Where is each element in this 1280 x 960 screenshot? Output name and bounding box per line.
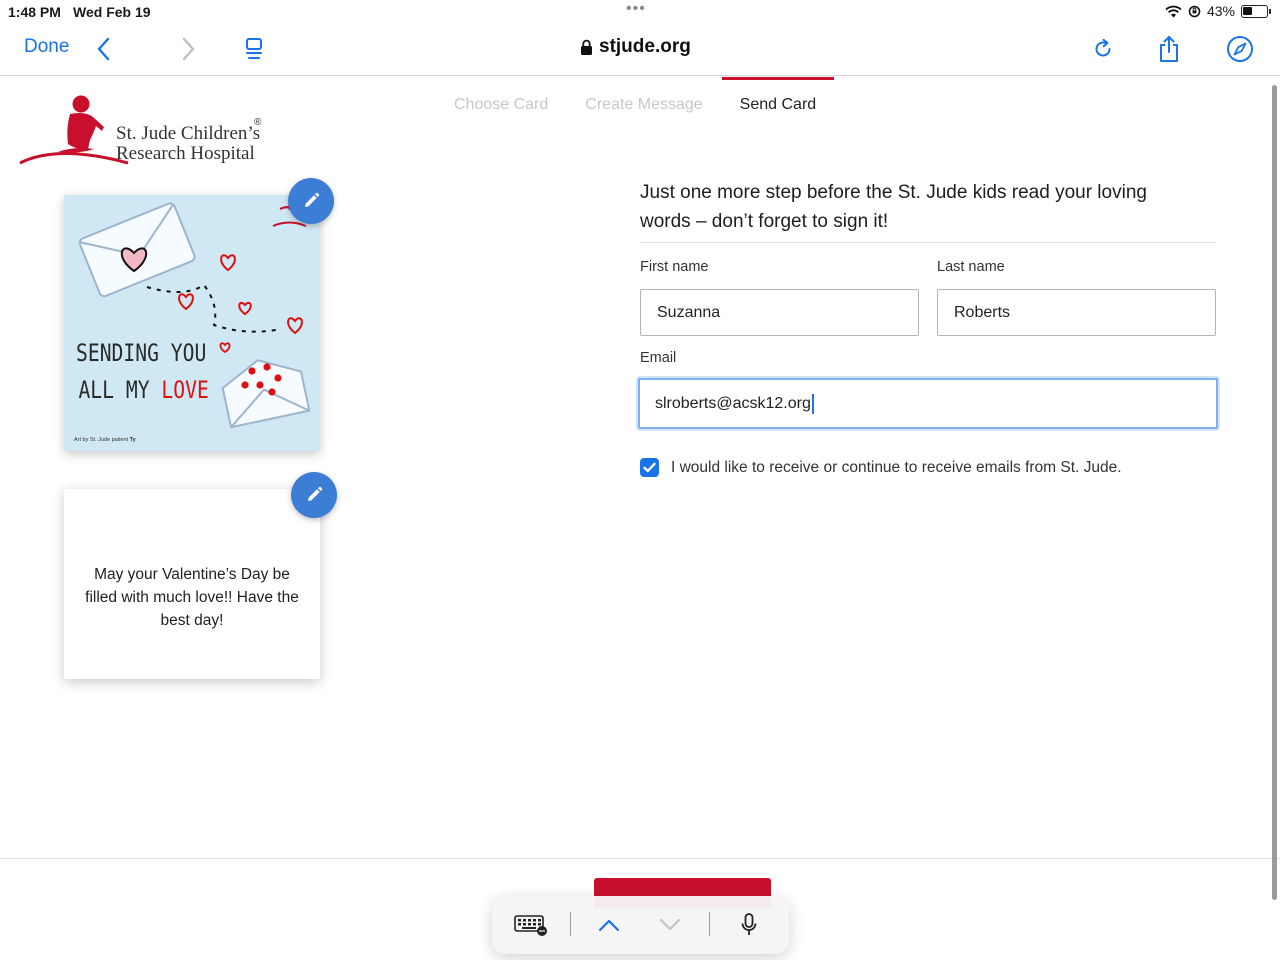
next-field-button[interactable] <box>653 910 687 940</box>
last-name-label: Last name <box>937 259 1005 275</box>
logo-wordmark: St. Jude Children’s Research Hospital <box>116 124 260 164</box>
valentine-card-art <box>78 202 311 429</box>
show-keyboard-button[interactable] <box>514 910 548 940</box>
battery-percent: 43% <box>1206 3 1235 19</box>
forward-button[interactable] <box>173 34 203 64</box>
dictation-button[interactable] <box>732 910 766 940</box>
toolbar-separator <box>570 912 571 936</box>
logo-line-1: St. Jude Children’s <box>116 123 261 144</box>
email-value: slroberts@acsk12.org <box>655 394 811 412</box>
email-optin-checkbox[interactable] <box>640 458 659 477</box>
card-title-line-2: ALL MY LOVE <box>76 372 209 409</box>
first-name-field[interactable]: Suzanna <box>640 289 919 336</box>
tab-create-message[interactable]: Create Message <box>567 77 720 127</box>
multitasking-dots-icon[interactable]: ••• <box>626 0 646 18</box>
share-icon <box>1160 36 1178 62</box>
orientation-lock-icon <box>1188 5 1201 17</box>
page-scrollbar[interactable] <box>1272 85 1277 900</box>
chevron-right-icon <box>182 37 195 61</box>
card-front-title: SENDING YOU ALL MY LOVE <box>76 335 209 409</box>
status-indicators: 43% <box>1165 3 1271 19</box>
address-bar[interactable]: stjude.org <box>580 36 691 58</box>
status-bar: 1:48 PM Wed Feb 19 ••• 43% <box>0 0 1280 24</box>
st-jude-logo[interactable]: St. Jude Children’s Research Hospital ® <box>18 94 268 166</box>
share-button[interactable] <box>1154 34 1184 64</box>
compass-icon <box>1227 36 1253 62</box>
card-credit-text: Art by St. Jude patient <box>74 437 129 443</box>
browser-toolbar: Done stjude.org <box>0 24 1280 76</box>
tabs-icon <box>246 38 262 59</box>
url-text: stjude.org <box>599 36 691 57</box>
card-message-panel: May your Valentine’s Day be filled with … <box>64 489 320 679</box>
toolbar-separator <box>709 912 710 936</box>
email-field[interactable]: slroberts@acsk12.org <box>638 378 1218 429</box>
keyboard-icon <box>514 915 547 936</box>
status-time: 1:48 PM <box>8 4 61 20</box>
first-name-label: First name <box>640 259 709 275</box>
text-caret <box>811 393 814 414</box>
form-heading: Just one more step before the St. Jude k… <box>640 182 1147 232</box>
step-tabs: Choose Card Create Message Send Card <box>440 77 835 127</box>
last-name-field[interactable]: Roberts <box>937 289 1216 336</box>
edit-card-front-button[interactable] <box>288 178 334 224</box>
compass-button[interactable] <box>1225 34 1255 64</box>
card-title-love: LOVE <box>161 376 209 404</box>
tab-overview-button[interactable] <box>239 34 269 64</box>
edit-card-message-button[interactable] <box>291 472 337 518</box>
tab-send-card[interactable]: Send Card <box>721 77 835 127</box>
done-button[interactable]: Done <box>24 36 69 58</box>
chevron-left-icon <box>97 37 110 61</box>
microphone-icon <box>741 913 757 935</box>
card-title-line-1: SENDING YOU <box>76 339 207 367</box>
footer-divider <box>0 858 1280 859</box>
first-name-value: Suzanna <box>657 303 721 321</box>
card-message-text: May your Valentine’s Day be filled with … <box>85 566 299 629</box>
email-label: Email <box>640 350 677 366</box>
card-front-image: SENDING YOU ALL MY LOVE Art by St. Jude … <box>64 195 320 451</box>
back-button[interactable] <box>89 34 119 64</box>
card-credit-name: Ty <box>129 437 136 443</box>
email-optin-label: I would like to receive or continue to r… <box>671 459 1122 476</box>
reload-icon <box>1095 38 1111 57</box>
card-title-line-2a: ALL MY <box>78 376 162 404</box>
pencil-icon <box>305 192 320 207</box>
last-name-value: Roberts <box>954 303 1011 321</box>
page-content: St. Jude Children’s Research Hospital ® … <box>0 77 1280 960</box>
keyboard-shortcut-bar <box>492 896 789 954</box>
reload-button[interactable] <box>1088 34 1118 64</box>
wifi-icon <box>1165 5 1182 17</box>
logo-line-2: Research Hospital <box>116 143 255 164</box>
status-date: Wed Feb 19 <box>73 4 151 20</box>
logo-registered-mark: ® <box>254 117 262 128</box>
battery-icon <box>1241 4 1271 18</box>
previous-field-button[interactable] <box>592 910 626 940</box>
pencil-icon <box>308 486 323 501</box>
card-art-credit: Art by St. Jude patient Ty <box>74 437 136 443</box>
tab-choose-card[interactable]: Choose Card <box>440 77 566 127</box>
chevron-up-icon <box>598 919 620 932</box>
lock-icon <box>581 39 592 55</box>
chevron-down-icon <box>659 918 681 931</box>
form-divider <box>640 242 1216 243</box>
checkmark-icon <box>643 462 656 473</box>
